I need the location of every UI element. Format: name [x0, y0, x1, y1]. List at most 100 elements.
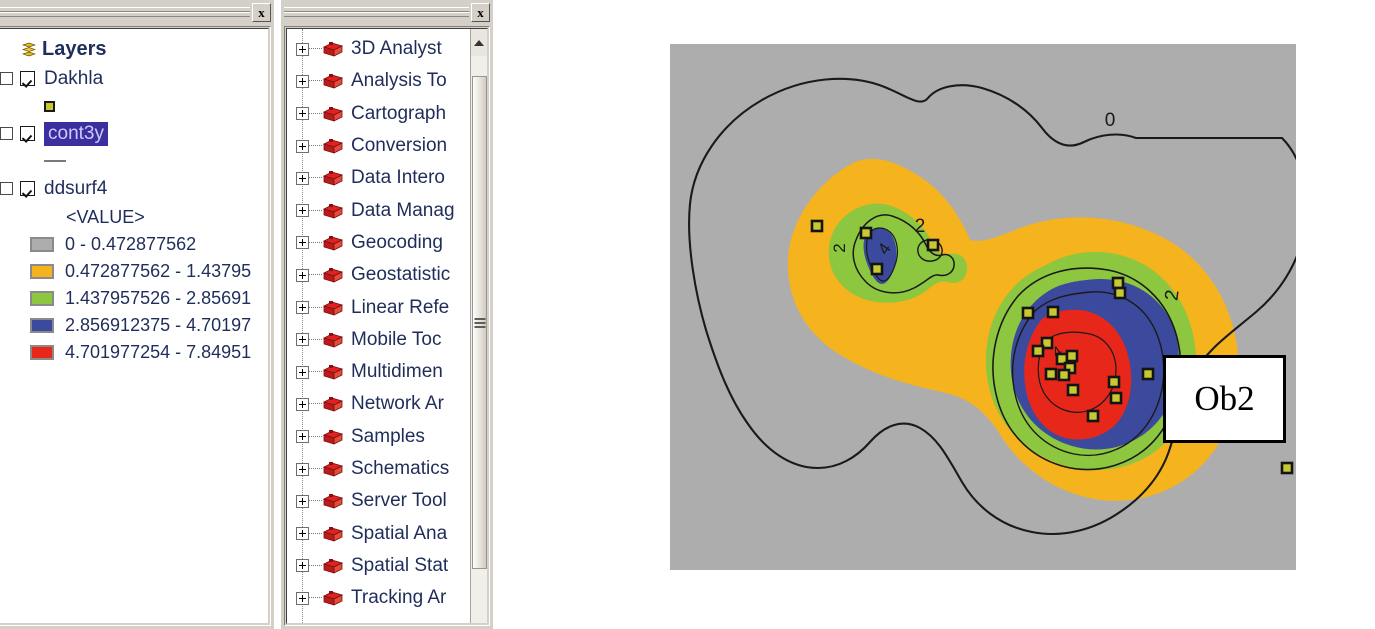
toolbox-icon: [322, 266, 344, 284]
expand-plus-icon[interactable]: [296, 204, 309, 218]
scroll-up-arrow-icon[interactable]: [471, 29, 487, 56]
toolbox-item[interactable]: Linear Refe: [287, 291, 470, 323]
expand-plus-icon[interactable]: [296, 74, 309, 88]
sample-point-marker[interactable]: [1021, 306, 1035, 320]
sample-point-marker[interactable]: [926, 238, 940, 252]
sample-point-marker[interactable]: [1141, 367, 1155, 381]
layer-item-ddsurf4[interactable]: ddsurf4: [0, 174, 268, 203]
toolbox-icon: [322, 202, 344, 220]
layer-item-dakhla[interactable]: Dakhla: [0, 64, 268, 93]
expand-plus-icon[interactable]: [296, 527, 309, 541]
toolbox-item[interactable]: Multidimen: [287, 356, 470, 388]
layer-tree-root[interactable]: Layers: [0, 35, 268, 64]
toolbox-item[interactable]: Geocoding: [287, 227, 470, 259]
toolbox-tree[interactable]: 3D Analyst Analysis To Cartograph Conversio…: [287, 29, 470, 623]
toolbox-item[interactable]: Samples: [287, 421, 470, 453]
toc-drag-gripper[interactable]: [0, 5, 250, 19]
expand-plus-icon[interactable]: [296, 591, 309, 605]
toolbox-item[interactable]: Data Manaɡ: [287, 194, 470, 226]
sample-point-marker[interactable]: [1031, 344, 1045, 358]
sample-point-marker[interactable]: [1109, 391, 1123, 405]
toolbox-item[interactable]: Server Tool: [287, 485, 470, 517]
toolbox-icon: [322, 137, 344, 155]
expand-plus-icon[interactable]: [296, 301, 309, 315]
layer-visibility-checkbox[interactable]: [20, 71, 35, 86]
expand-plus-icon[interactable]: [296, 365, 309, 379]
tree-connector-icon: [309, 80, 322, 82]
toolbox-item[interactable]: Geostatistic: [287, 259, 470, 291]
toolbox-drag-gripper[interactable]: [284, 5, 469, 19]
expand-plus-icon[interactable]: [296, 236, 309, 250]
sample-point-marker[interactable]: [1107, 375, 1121, 389]
toc-close-button[interactable]: x: [252, 2, 271, 22]
toolbox-item[interactable]: Tracking Ar: [287, 582, 470, 614]
expand-plus-icon[interactable]: [296, 139, 309, 153]
toc-titlebar[interactable]: x: [0, 0, 274, 24]
toolbox-item[interactable]: Network Ar: [287, 388, 470, 420]
layer-item-cont3y[interactable]: cont3y: [0, 119, 268, 148]
toolbox-item-label: Geocoding: [351, 231, 443, 253]
expander-icon[interactable]: [0, 127, 13, 140]
expand-plus-icon[interactable]: [296, 397, 309, 411]
toolbox-item[interactable]: 3D Analyst: [287, 33, 470, 65]
toolbox-item-label: Data Intero: [351, 167, 445, 189]
toolbox-icon: [322, 105, 344, 123]
layer-label: ddsurf4: [44, 177, 108, 199]
sample-point-marker[interactable]: [1057, 368, 1071, 382]
sample-point-marker[interactable]: [1111, 276, 1125, 290]
toolbox-item[interactable]: Schematics: [287, 453, 470, 485]
toolbox-close-button[interactable]: x: [471, 2, 490, 22]
toolbox-titlebar[interactable]: x: [281, 0, 493, 24]
expand-plus-icon[interactable]: [296, 268, 309, 282]
sample-point-marker[interactable]: [870, 262, 884, 276]
toolbox-scrollbar[interactable]: [470, 29, 487, 623]
toolbox-icon: [322, 331, 344, 349]
toolbox-item-label: Mobile Toc: [351, 328, 442, 350]
toolbox-item-label: Schematics: [351, 458, 450, 479]
sample-point-marker[interactable]: [859, 226, 873, 240]
expand-plus-icon[interactable]: [296, 494, 309, 508]
sample-point-marker[interactable]: [1280, 461, 1294, 475]
legend-row[interactable]: 0 - 0.472877562: [0, 231, 268, 258]
toolbox-item-label: Tracking Ar: [351, 587, 447, 609]
map-canvas[interactable]: 0 2 2 4 2 4: [670, 44, 1296, 570]
expander-icon[interactable]: [0, 72, 13, 85]
toolbox-item[interactable]: Data Intero: [287, 162, 470, 194]
tree-connector-icon: [309, 209, 322, 212]
sample-point-marker[interactable]: [1113, 286, 1127, 300]
sample-point-marker[interactable]: [1065, 349, 1079, 363]
toolbox-item[interactable]: Conversion: [287, 130, 470, 162]
toolbox-item[interactable]: Spatial Ana: [287, 517, 470, 549]
map-callout-box[interactable]: Ob2: [1163, 355, 1286, 443]
sample-point-marker[interactable]: [1086, 409, 1100, 423]
layer-visibility-checkbox[interactable]: [20, 181, 35, 196]
legend-label: 0 - 0.472877562: [65, 234, 197, 254]
layer-visibility-checkbox[interactable]: [20, 126, 35, 141]
expand-plus-icon[interactable]: [296, 333, 309, 347]
expand-plus-icon[interactable]: [296, 171, 309, 185]
legend-row[interactable]: 0.472877562 - 1.43795: [0, 258, 268, 285]
sample-point-marker[interactable]: [1046, 305, 1060, 319]
scrollbar-thumb[interactable]: [472, 76, 487, 569]
toolbox-item[interactable]: Analysis To: [287, 65, 470, 97]
expand-plus-icon[interactable]: [296, 559, 309, 573]
toolbox-item[interactable]: Spatial Stat: [287, 550, 470, 582]
layer-tree[interactable]: Layers Dakhla cont3y ddsurf4 <VALUE> 0 -…: [0, 29, 268, 623]
arctoolbox-panel: x 3D Analyst Analysis To Cartograph Convers…: [281, 0, 493, 629]
tree-connector-icon: [309, 274, 322, 276]
expand-plus-icon[interactable]: [296, 430, 309, 444]
layer-label-selected[interactable]: cont3y: [44, 121, 108, 146]
legend-row[interactable]: 1.437957526 - 2.85691: [0, 285, 268, 312]
toolbox-item[interactable]: Cartograph: [287, 98, 470, 130]
sample-point-marker[interactable]: [810, 219, 824, 233]
layer-symbol-row: [0, 93, 268, 119]
expand-plus-icon[interactable]: [296, 107, 309, 121]
expand-plus-icon[interactable]: [296, 462, 309, 476]
legend-row[interactable]: 4.701977254 - 7.84951: [0, 339, 268, 366]
sample-point-marker[interactable]: [1066, 383, 1080, 397]
sample-point-marker[interactable]: [1044, 367, 1058, 381]
expander-icon[interactable]: [0, 182, 13, 195]
toolbox-item[interactable]: Mobile Toc: [287, 324, 470, 356]
expand-plus-icon[interactable]: [296, 42, 309, 56]
legend-row[interactable]: 2.856912375 - 4.70197: [0, 312, 268, 339]
